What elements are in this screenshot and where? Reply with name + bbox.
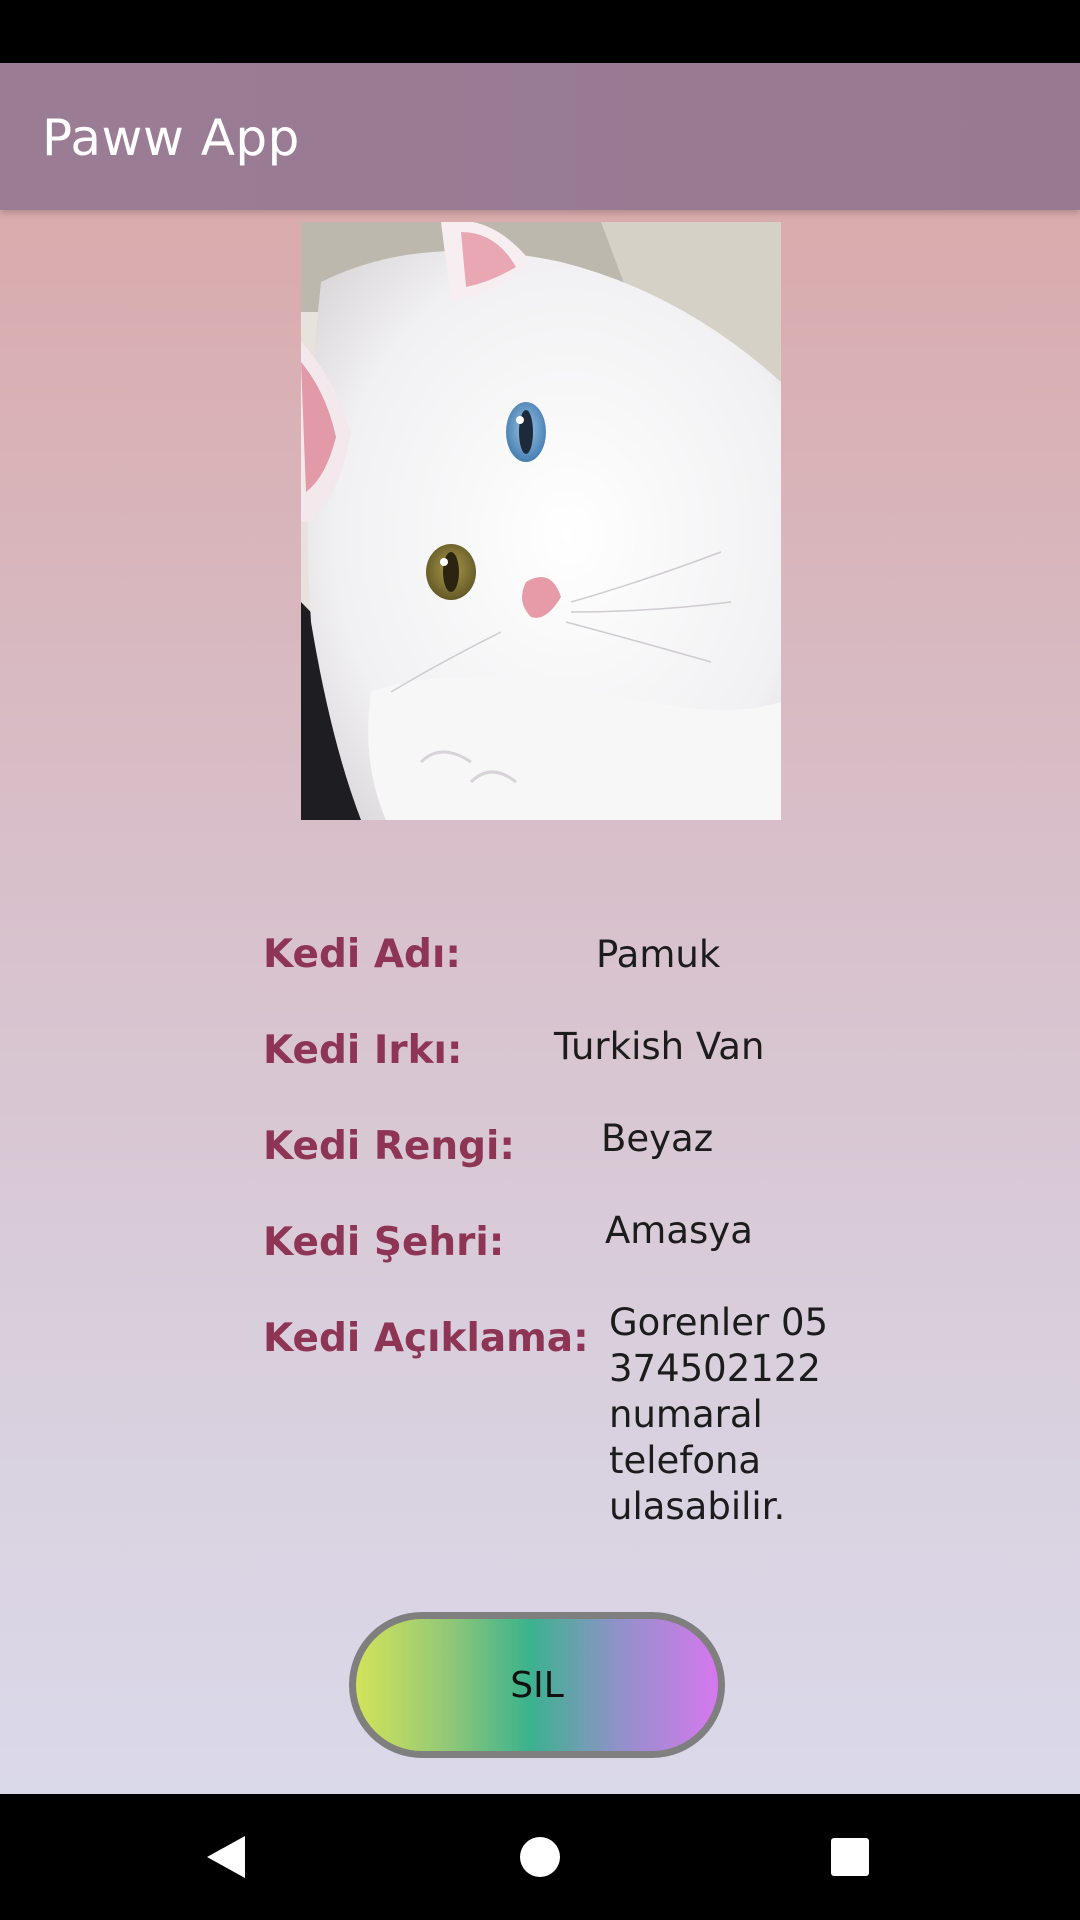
home-icon	[520, 1837, 560, 1877]
home-button[interactable]	[507, 1824, 573, 1890]
delete-button[interactable]: SIL	[349, 1612, 725, 1758]
cat-city-value: Amasya	[605, 1209, 753, 1252]
recents-button[interactable]	[817, 1824, 883, 1890]
cat-city-label: Kedi Şehri:	[263, 1220, 505, 1265]
cat-breed-label: Kedi Irkı:	[263, 1028, 463, 1073]
cat-name-label: Kedi Adı:	[263, 932, 461, 977]
back-icon	[207, 1836, 245, 1878]
app-bar: Paww App	[0, 63, 1080, 210]
system-nav-bar	[0, 1794, 1080, 1920]
cat-name-value: Pamuk	[596, 933, 721, 976]
delete-button-label: SIL	[510, 1664, 564, 1706]
recents-icon	[831, 1838, 869, 1876]
cat-description-value: Gorenler 05 374502122 numaral telefona u…	[609, 1301, 829, 1528]
cat-photo	[301, 222, 781, 820]
cat-breed-value: Turkish Van	[554, 1025, 765, 1068]
app-title: Paww App	[42, 109, 300, 167]
status-bar	[0, 0, 1080, 63]
cat-color-value: Beyaz	[601, 1117, 714, 1160]
cat-description-label: Kedi Açıklama:	[263, 1316, 589, 1361]
cat-color-label: Kedi Rengi:	[263, 1124, 515, 1169]
back-button[interactable]	[193, 1824, 259, 1890]
cat-detail-screen: Kedi Adı: Pamuk Kedi Irkı: Turkish Van K…	[0, 210, 1080, 1794]
